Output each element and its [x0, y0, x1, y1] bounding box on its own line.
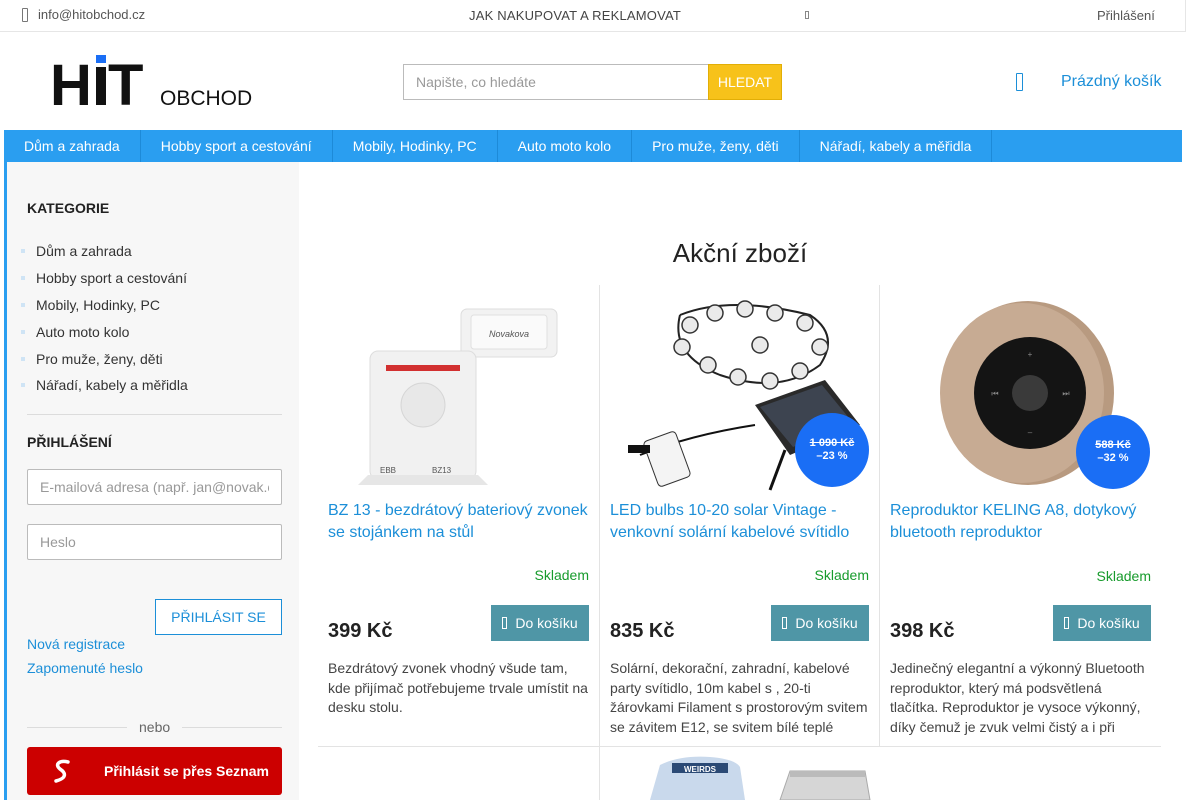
main-nav: Dům a zahrada Hobby sport a cestování Mo…	[4, 130, 1182, 162]
product-description: Bezdrátový zvonek vhodný všude tam, kde …	[328, 660, 588, 715]
svg-text:T: T	[108, 55, 143, 111]
svg-text:H: H	[50, 55, 90, 111]
nav-item-hobby[interactable]: Hobby sport a cestování	[141, 130, 333, 162]
product-price: 399 Kč	[328, 620, 393, 642]
svg-text:Novakova: Novakova	[489, 329, 529, 339]
discount-badge: 1 090 Kč –23 %	[795, 413, 869, 487]
nav-item-mobiles[interactable]: Mobily, Hodinky, PC	[333, 130, 498, 162]
category-list: Dům a zahrada Hobby sport a cestování Mo…	[21, 238, 188, 399]
contact-email[interactable]: info@hitobchod.cz	[22, 7, 145, 22]
discount-percent: –32 %	[1097, 452, 1129, 464]
bullet-icon	[21, 249, 25, 254]
stock-status: Skladem	[534, 567, 589, 583]
phone-icon	[22, 7, 28, 22]
seznam-login-label: Přihlásit se přes Seznam	[104, 763, 269, 779]
svg-text:⏮: ⏮	[991, 389, 998, 398]
product-card: WEIRDS	[599, 747, 881, 800]
sidebar-item-hobby[interactable]: Hobby sport a cestování	[21, 265, 188, 292]
register-link[interactable]: Nová registrace	[27, 636, 125, 652]
or-label: nebo	[139, 719, 171, 735]
bullet-icon	[21, 302, 25, 307]
sidebar: KATEGORIE Dům a zahrada Hobby sport a ce…	[4, 162, 299, 800]
or-divider-left	[27, 727, 127, 728]
seznam-logo-icon	[54, 759, 70, 783]
login-link[interactable]: Přihlášení	[1097, 8, 1155, 23]
cart-icon	[502, 617, 508, 629]
sidebar-divider	[27, 414, 282, 415]
sidebar-item-people[interactable]: Pro muže, ženy, děti	[21, 345, 188, 372]
search-input[interactable]	[403, 64, 709, 100]
bullet-icon	[21, 276, 25, 281]
product-name-link[interactable]: LED bulbs 10-20 solar Vintage - venkovní…	[610, 500, 875, 544]
cart-link[interactable]: Prázdný košík	[1061, 73, 1161, 91]
discount-badge: 588 Kč –32 %	[1076, 415, 1150, 489]
product-name-link[interactable]: BZ 13 - bezdrátový bateriový zvonek se s…	[328, 500, 593, 544]
product-description: Jedinečný elegantní a výkonný Bluetooth …	[890, 660, 1145, 735]
header: H T OBCHOD HLEDAT Prázdný košík	[0, 33, 1186, 130]
svg-text:+: +	[1028, 350, 1033, 359]
svg-text:BZ13: BZ13	[432, 466, 452, 475]
svg-text:WEIRDS: WEIRDS	[684, 765, 717, 774]
svg-text:EBB: EBB	[380, 466, 396, 475]
old-price: 1 090 Kč	[809, 437, 855, 449]
bullet-icon	[21, 383, 25, 388]
bullet-icon	[21, 329, 25, 334]
email-field[interactable]	[27, 469, 282, 505]
login-button[interactable]: PŘIHLÁSIT SE	[155, 599, 282, 635]
old-price: 588 Kč	[1095, 439, 1131, 451]
product-card: 1 090 Kč –23 % LED bulbs 10-20 solar Vin…	[599, 285, 880, 747]
seznam-login-button[interactable]: Přihlásit se přes Seznam	[27, 747, 282, 795]
cart-icon	[782, 617, 788, 629]
product-card: + – ⏮ ⏭ 588 Kč –32 % Reproduktor KELING …	[880, 285, 1161, 747]
page-title: Akční zboží	[672, 238, 808, 268]
cart-icon[interactable]	[1016, 73, 1023, 91]
add-to-cart-button[interactable]: Do košíku	[771, 605, 869, 641]
forgot-password-link[interactable]: Zapomenuté heslo	[27, 660, 143, 676]
bullet-icon	[21, 356, 25, 361]
svg-text:–: –	[1028, 428, 1033, 437]
nav-item-auto[interactable]: Auto moto kolo	[498, 130, 633, 162]
or-divider-right	[182, 727, 282, 728]
nav-item-tools[interactable]: Nářadí, kabely a měřidla	[800, 130, 993, 162]
sidebar-item-auto[interactable]: Auto moto kolo	[21, 318, 188, 345]
site-logo[interactable]: H T OBCHOD	[50, 55, 270, 111]
add-to-cart-button[interactable]: Do košíku	[491, 605, 589, 641]
product-price: 835 Kč	[610, 620, 675, 642]
info-icon[interactable]	[805, 11, 809, 19]
product-image-doorbell[interactable]: Novakova EBB BZ13	[328, 285, 589, 495]
product-card: Novakova EBB BZ13 BZ 13 - bezdrátový bat…	[318, 285, 599, 747]
password-field[interactable]	[27, 524, 282, 560]
nav-item-home-garden[interactable]: Dům a zahrada	[4, 130, 141, 162]
stock-status: Skladem	[1096, 568, 1151, 584]
search-button[interactable]: HLEDAT	[708, 64, 782, 100]
how-to-shop-link[interactable]: JAK NAKUPOVAT A REKLAMOVAT	[469, 8, 681, 23]
login-heading: PŘIHLÁŠENÍ	[27, 434, 112, 450]
discount-percent: –23 %	[816, 450, 848, 462]
sidebar-item-home-garden[interactable]: Dům a zahrada	[21, 238, 188, 265]
sidebar-item-mobiles[interactable]: Mobily, Hodinky, PC	[21, 292, 188, 319]
add-to-cart-button[interactable]: Do košíku	[1053, 605, 1151, 641]
nav-item-people[interactable]: Pro muže, ženy, děti	[632, 130, 800, 162]
stock-status: Skladem	[814, 567, 869, 583]
cart-icon	[1064, 617, 1070, 629]
product-name-link[interactable]: Reproduktor KELING A8, dotykový bluetoot…	[890, 500, 1155, 544]
product-card	[318, 747, 599, 800]
logo-sub: OBCHOD	[160, 87, 252, 110]
categories-heading: KATEGORIE	[27, 200, 110, 216]
svg-text:⏭: ⏭	[1062, 389, 1069, 398]
top-bar: info@hitobchod.cz JAK NAKUPOVAT A REKLAM…	[0, 0, 1186, 32]
product-image-partial[interactable]: WEIRDS	[600, 747, 881, 800]
product-description: Solární, dekorační, zahradní, kabelové p…	[610, 660, 868, 735]
product-price: 398 Kč	[890, 620, 955, 642]
contact-email-text: info@hitobchod.cz	[38, 7, 146, 22]
sidebar-item-tools[interactable]: Nářadí, kabely a měřidla	[21, 372, 188, 399]
